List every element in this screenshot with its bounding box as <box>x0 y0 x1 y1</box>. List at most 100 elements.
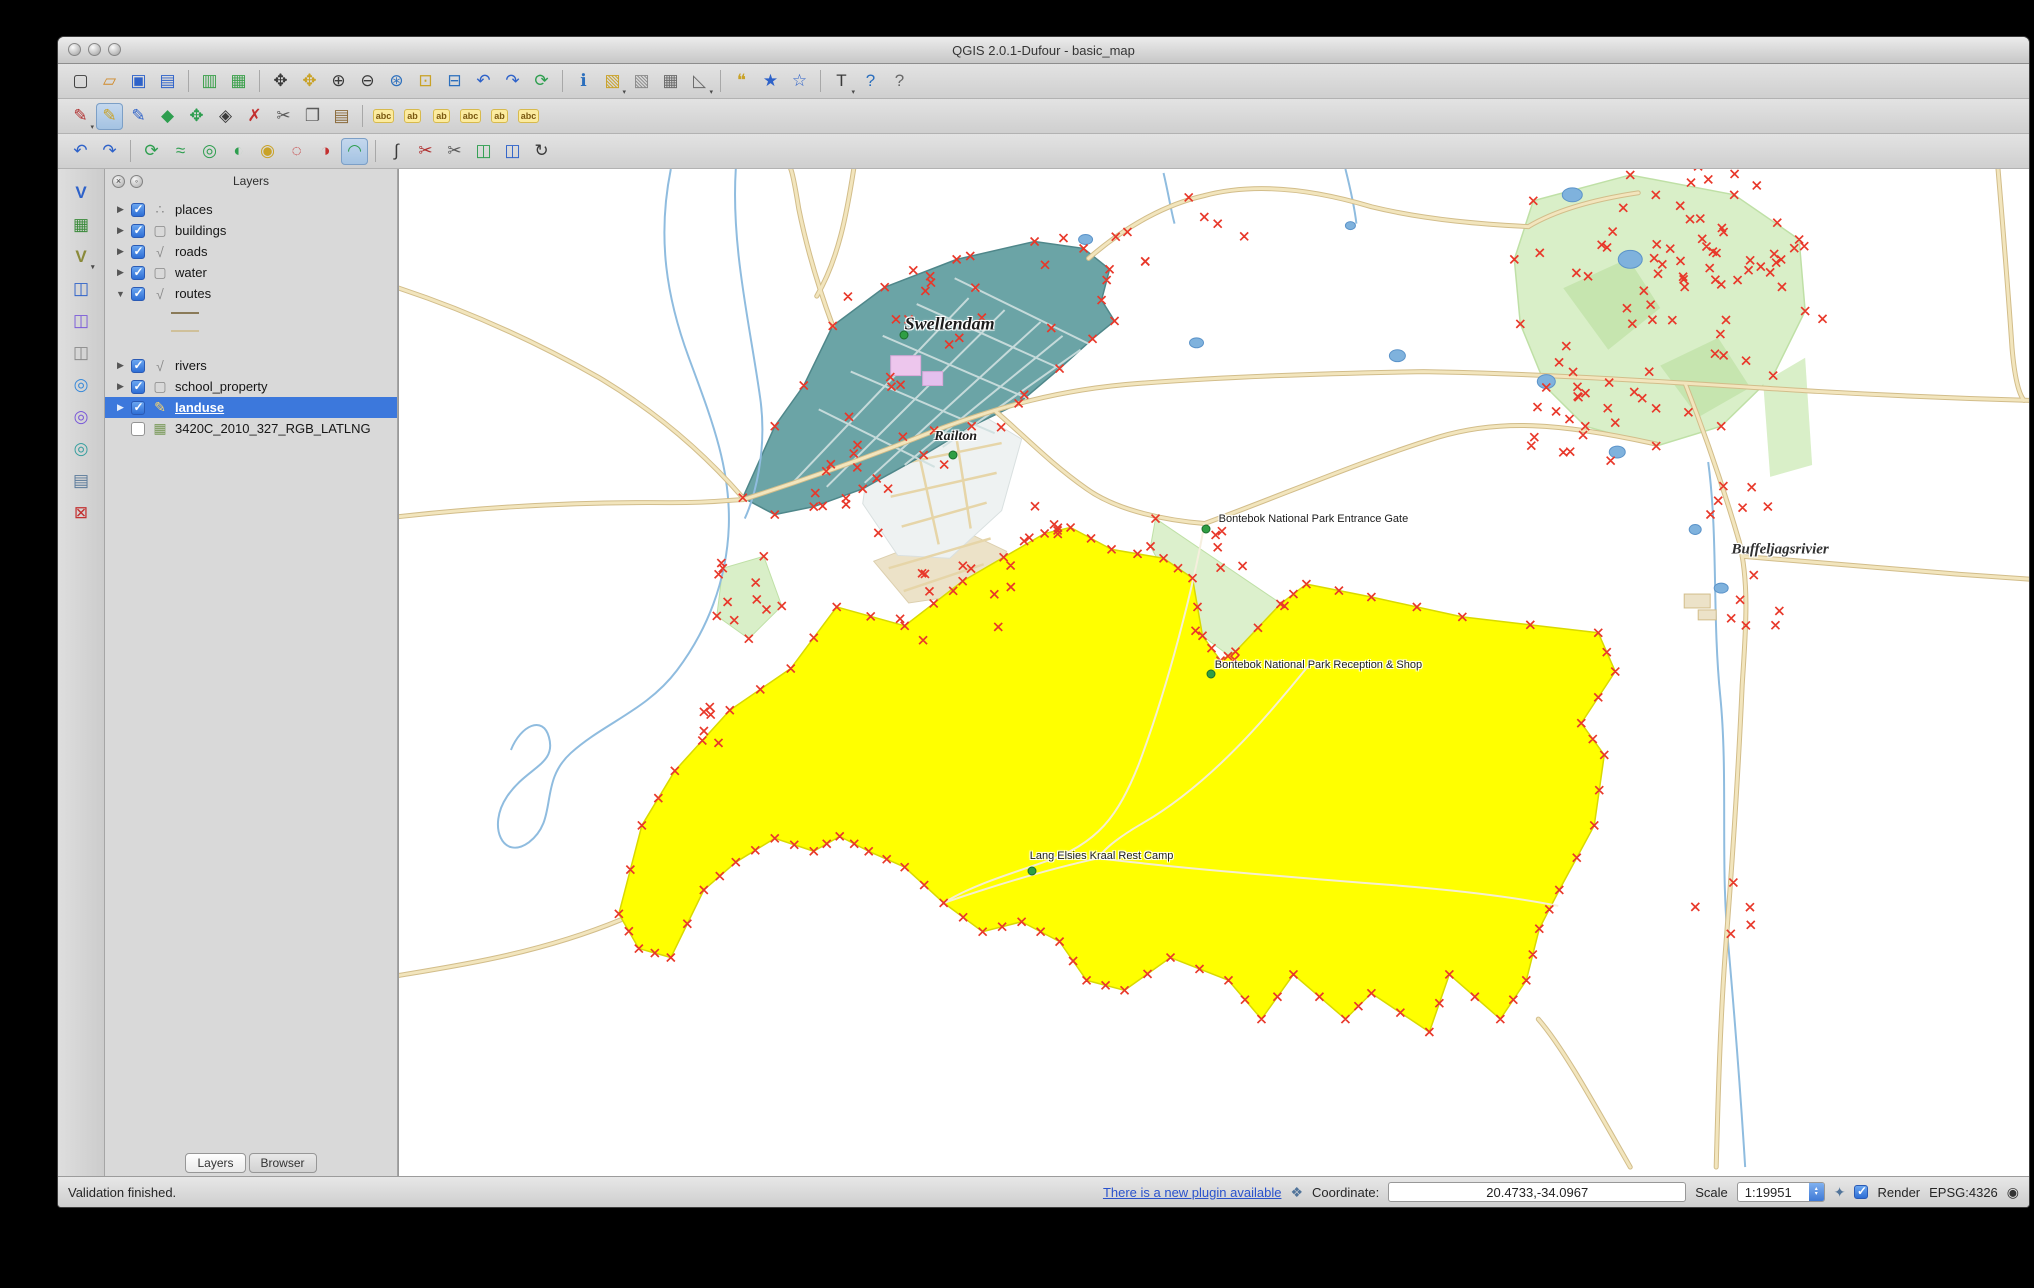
layer-label[interactable]: landuse <box>175 400 224 415</box>
layer-label[interactable]: rivers <box>175 358 207 373</box>
identify-features-button[interactable]: ℹ <box>570 68 597 95</box>
expander-icon[interactable]: ▼ <box>115 289 126 299</box>
rotate-feature-button[interactable]: ⟳ <box>138 138 165 165</box>
new-project-button[interactable]: ▢ <box>67 68 94 95</box>
merge-attributes-button[interactable]: ◫ <box>499 138 526 165</box>
plugin-icon[interactable]: ❖ <box>1290 1184 1303 1201</box>
zoom-in-button[interactable]: ⊕ <box>325 68 352 95</box>
layer-checkbox[interactable] <box>131 421 145 436</box>
node-tool-button[interactable]: ◈ <box>212 103 239 130</box>
layer-row-school-property[interactable]: ▶ ▢ school_property <box>105 376 397 397</box>
scale-stepper-icon[interactable]: ▴ ▾ <box>1808 1183 1824 1201</box>
layer-checkbox[interactable] <box>131 286 145 301</box>
add-part-button[interactable]: ◐ <box>225 138 252 165</box>
map-canvas[interactable]: Swellendam Railton Bontebok National Park … <box>398 169 2029 1176</box>
add-feature-button[interactable]: ◆ <box>154 103 181 130</box>
stop-render-icon[interactable]: ✦ <box>1834 1184 1846 1201</box>
new-print-composer-button[interactable]: ▥ <box>196 68 223 95</box>
measure-button[interactable]: ◺ ▾ <box>686 68 713 96</box>
expander-icon[interactable]: ▶ <box>115 381 126 392</box>
close-button[interactable] <box>68 43 81 56</box>
zoom-next-button[interactable]: ↷ <box>499 68 526 95</box>
label-properties-button[interactable]: abc <box>515 103 542 130</box>
layer-row-places[interactable]: ▶ ∴ places <box>105 199 397 220</box>
zoom-out-button[interactable]: ⊖ <box>354 68 381 95</box>
panel-detach-icon[interactable]: ◦ <box>130 174 143 188</box>
add-wms-layer-button[interactable]: ◎ <box>68 371 95 398</box>
reshape-features-button[interactable]: ∫ <box>383 138 410 165</box>
add-wfs-layer-button[interactable]: ◎ <box>68 435 95 462</box>
rotate-point-symbols-button[interactable]: ↻ <box>528 138 555 165</box>
select-features-button[interactable]: ▧ ▾ <box>599 68 626 96</box>
layer-label[interactable]: roads <box>175 244 208 259</box>
map-tips-button[interactable]: ❝ <box>728 68 755 95</box>
layer-checkbox[interactable] <box>131 400 145 415</box>
delete-selected-button[interactable]: ✗ <box>241 103 268 130</box>
layer-label[interactable]: places <box>175 202 213 217</box>
pin-labels-button[interactable]: ab <box>486 103 513 130</box>
new-bookmark-button[interactable]: ★ <box>757 68 784 95</box>
composer-manager-button[interactable]: ▦ <box>225 68 252 95</box>
layer-checkbox[interactable] <box>131 379 145 394</box>
layer-checkbox[interactable] <box>131 358 145 373</box>
text-annotation-button[interactable]: T ▾ <box>828 68 855 96</box>
change-label-button[interactable]: abc <box>457 103 484 130</box>
fill-ring-button[interactable]: ◉ <box>254 138 281 165</box>
toggle-editing-button[interactable]: ✎ <box>96 102 123 130</box>
layer-row-routes[interactable]: ▼ √ routes <box>105 283 397 304</box>
zoom-last-button[interactable]: ↶ <box>470 68 497 95</box>
offset-curve-button[interactable]: ◠ <box>341 137 368 165</box>
add-delimited-text-layer-button[interactable]: ▤ <box>68 467 95 494</box>
new-shapefile-layer-button[interactable]: V ▾ <box>68 243 94 272</box>
add-mssql-layer-button[interactable]: ◫ <box>68 339 95 366</box>
add-ring-button[interactable]: ◎ <box>196 138 223 165</box>
remove-layer-button[interactable]: ⊠ <box>68 499 95 526</box>
layer-row-buildings[interactable]: ▶ ▢ buildings <box>105 220 397 241</box>
tab-layers[interactable]: Layers <box>185 1153 246 1173</box>
refresh-map-button[interactable]: ⟳ <box>528 68 555 95</box>
show-bookmarks-button[interactable]: ☆ <box>786 68 813 95</box>
move-feature-button[interactable]: ✥ <box>183 103 210 130</box>
zoom-to-selection-button[interactable]: ⊡ <box>412 68 439 95</box>
add-vector-layer-button[interactable]: V <box>68 179 95 206</box>
save-project-as-button[interactable]: ▤ <box>154 68 181 95</box>
open-project-button[interactable]: ▱ <box>96 68 123 95</box>
expander-icon[interactable]: ▶ <box>115 246 126 257</box>
crs-status-icon[interactable]: ◉ <box>2007 1184 2019 1201</box>
layer-label[interactable]: buildings <box>175 223 226 238</box>
current-edits-button[interactable]: ✎ ▾ <box>67 103 94 131</box>
split-parts-button[interactable]: ✂ <box>441 138 468 165</box>
layer-label[interactable]: school_property <box>175 379 268 394</box>
zoom-full-button[interactable]: ⊛ <box>383 68 410 95</box>
coordinate-input[interactable] <box>1388 1182 1687 1202</box>
layer-checkbox[interactable] <box>131 202 145 217</box>
add-spatialite-layer-button[interactable]: ◫ <box>68 307 95 334</box>
titlebar[interactable]: QGIS 2.0.1-Dufour - basic_map <box>58 37 2029 64</box>
expander-icon[interactable]: ▶ <box>115 360 126 371</box>
expander-icon[interactable]: ▶ <box>115 204 126 215</box>
layer-row-landuse[interactable]: ▶ ✎ landuse <box>105 397 397 418</box>
move-label-button[interactable]: ab <box>399 103 426 130</box>
cut-features-button[interactable]: ✂ <box>270 103 297 130</box>
save-layer-edits-button[interactable]: ✎ <box>125 103 152 130</box>
layer-row-raster[interactable]: ▦ 3420C_2010_327_RGB_LATLNG <box>105 418 397 439</box>
plugin-link[interactable]: There is a new plugin available <box>1103 1185 1282 1200</box>
whats-this-button[interactable]: ? <box>886 68 913 95</box>
delete-part-button[interactable]: ◑ <box>312 138 339 165</box>
layer-row-water[interactable]: ▶ ▢ water <box>105 262 397 283</box>
labeling-button[interactable]: abc <box>370 103 397 130</box>
simplify-feature-button[interactable]: ≈ <box>167 138 194 165</box>
panel-close-icon[interactable]: × <box>112 174 125 188</box>
paste-features-button[interactable]: ▤ <box>328 103 355 130</box>
rotate-label-button[interactable]: ab <box>428 103 455 130</box>
add-postgis-layer-button[interactable]: ◫ <box>68 275 95 302</box>
layer-label[interactable]: routes <box>175 286 211 301</box>
layer-checkbox[interactable] <box>131 223 145 238</box>
minimize-button[interactable] <box>88 43 101 56</box>
layer-label[interactable]: 3420C_2010_327_RGB_LATLNG <box>175 421 371 436</box>
open-attribute-table-button[interactable]: ▦ <box>657 68 684 95</box>
save-project-button[interactable]: ▣ <box>125 68 152 95</box>
redo-button[interactable]: ↷ <box>96 138 123 165</box>
expander-icon[interactable]: ▶ <box>115 402 126 413</box>
pan-map-button[interactable]: ✥ <box>267 68 294 95</box>
